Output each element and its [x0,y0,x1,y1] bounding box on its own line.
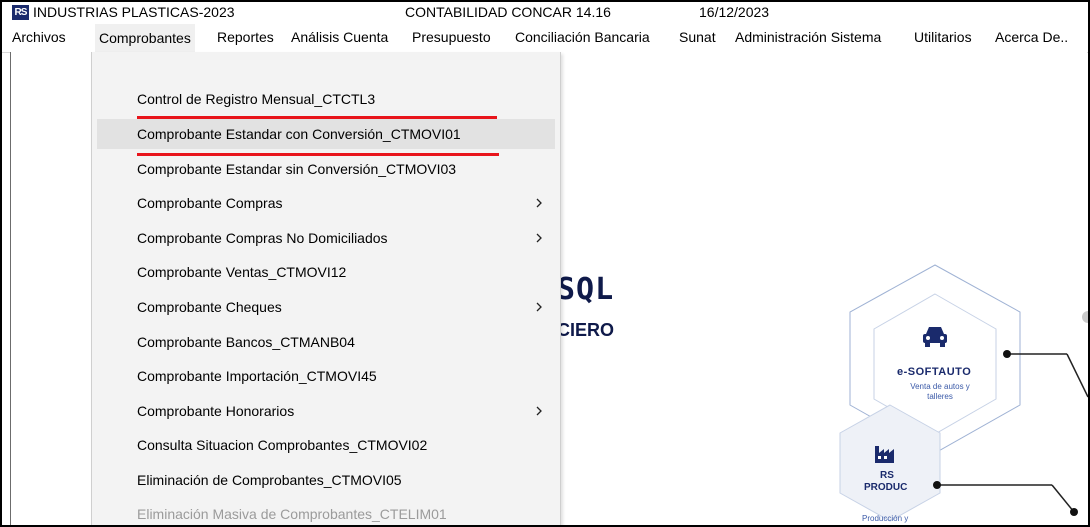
brand-subtitle-text: CIERO [557,320,615,340]
menu-item-eliminacion-masiva-comprobantes: Eliminación Masiva de Comprobantes_CTELI… [92,499,560,525]
menu-item-label: Comprobante Bancos_CTMANB04 [137,334,355,350]
menu-utilitarios[interactable]: Utilitarios [914,29,972,45]
comprobantes-dropdown-menu: Control de Registro Mensual_CTCTL3 Compr… [91,52,561,525]
menu-bar: Archivos Comprobantes Reportes Análisis … [2,24,1088,53]
chevron-right-icon [536,198,542,208]
menu-item-comprobante-importacion[interactable]: Comprobante Importación_CTMOVI45 [92,361,560,391]
product2-name-line2: PRODUC [864,482,908,493]
menu-archivos[interactable]: Archivos [12,29,66,45]
chevron-right-icon [536,302,542,312]
menu-item-comprobante-estandar-sin-conversion[interactable]: Comprobante Estandar sin Conversión_CTMO… [92,154,560,184]
menu-item-label: Comprobante Estandar con Conversión_CTMO… [137,126,461,142]
menu-item-label: Comprobante Importación_CTMOVI45 [137,368,377,384]
menu-item-consulta-situacion-comprobantes[interactable]: Consulta Situacion Comprobantes_CTMOVI02 [92,430,560,460]
menu-item-label: Consulta Situacion Comprobantes_CTMOVI02 [137,437,428,453]
menu-conciliacion-bancaria[interactable]: Conciliación Bancaria [515,29,650,45]
menu-item-comprobante-bancos[interactable]: Comprobante Bancos_CTMANB04 [92,327,560,357]
menu-item-label: Comprobante Cheques [137,299,282,315]
menu-comprobantes[interactable]: Comprobantes [95,24,195,52]
menu-presupuesto[interactable]: Presupuesto [412,29,491,45]
menu-item-eliminacion-comprobantes[interactable]: Eliminación de Comprobantes_CTMOVI05 [92,465,560,495]
menu-item-label: Comprobante Honorarios [137,403,295,419]
app-window: RS INDUSTRIAS PLASTICAS-2023 CONTABILIDA… [0,0,1090,527]
product2-desc: Producción y [862,514,909,523]
product2-name-line1: RS [880,470,894,481]
menu-reportes[interactable]: Reportes [217,29,274,45]
menu-analisis-cuenta[interactable]: Análisis Cuenta [291,29,388,45]
title-bar: RS INDUSTRIAS PLASTICAS-2023 CONTABILIDA… [2,2,1088,24]
chevron-right-icon [536,406,542,416]
app-logo-icon: RS [12,5,29,20]
red-annotation-line-top [137,116,497,119]
chevron-right-icon [536,233,542,243]
car-icon [923,327,947,347]
menu-item-control-registro-mensual[interactable]: Control de Registro Mensual_CTCTL3 [92,84,560,114]
menu-administracion-sistema[interactable]: Administración Sistema [735,29,881,45]
menu-item-comprobante-compras[interactable]: Comprobante Compras [92,188,560,218]
current-date: 16/12/2023 [699,4,770,20]
red-annotation-line-bottom [137,153,499,156]
menu-item-label: Comprobante Estandar sin Conversión_CTMO… [137,161,457,177]
menu-item-comprobante-ventas[interactable]: Comprobante Ventas_CTMOVI12 [92,257,560,287]
menu-acerca-de[interactable]: Acerca De.. [995,29,1068,45]
brand-sql-text: SQL [557,272,615,307]
company-name: INDUSTRIAS PLASTICAS-2023 [33,4,235,20]
factory-icon [875,446,894,463]
menu-item-label: Eliminación de Comprobantes_CTMOVI05 [137,472,402,488]
menu-item-label: Comprobante Ventas_CTMOVI12 [137,264,347,280]
app-name: CONTABILIDAD CONCAR 14.16 [405,4,611,20]
menu-item-comprobante-cheques[interactable]: Comprobante Cheques [92,292,560,322]
menu-item-label: Eliminación Masiva de Comprobantes_CTELI… [137,506,447,522]
menu-item-comprobante-honorarios[interactable]: Comprobante Honorarios [92,396,560,426]
menu-item-label: Comprobante Compras [137,195,283,211]
menu-sunat[interactable]: Sunat [679,29,716,45]
menu-item-comprobante-compras-no-domiciliados[interactable]: Comprobante Compras No Domiciliados [92,223,560,253]
menu-item-comprobante-estandar-con-conversion[interactable]: Comprobante Estandar con Conversión_CTMO… [97,119,555,149]
product1-desc: Venta de autos y talleres [910,382,970,401]
product1-name: e-SOFTAUTO [897,366,972,378]
menu-item-label: Control de Registro Mensual_CTCTL3 [137,91,376,107]
menu-item-label: Comprobante Compras No Domiciliados [137,230,388,246]
